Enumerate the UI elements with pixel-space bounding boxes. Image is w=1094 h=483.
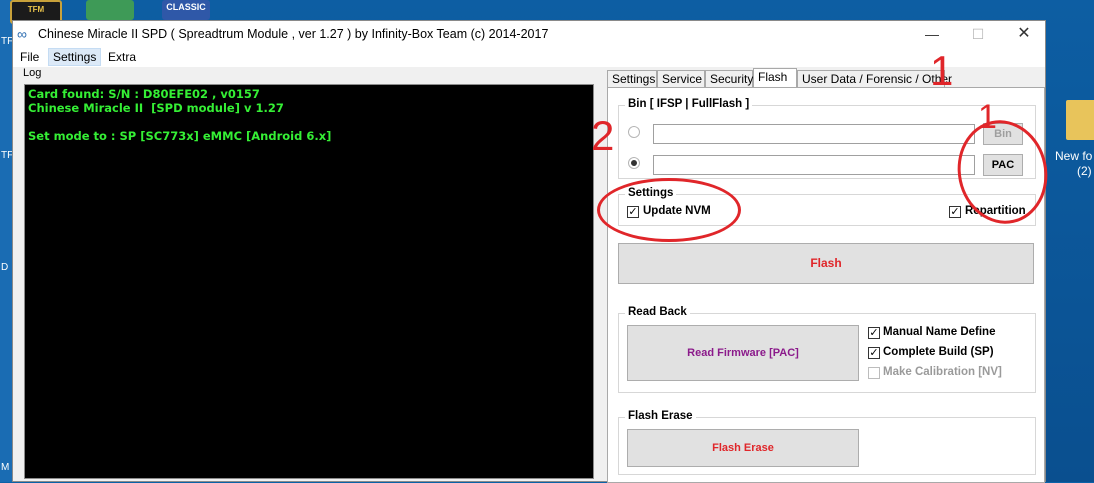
complete-build-label: Complete Build (SP)	[883, 346, 994, 358]
folder-label-line1: New fo	[1055, 149, 1093, 163]
log-output[interactable]: Card found: S/N : D80EFE02 , v0157 Chine…	[24, 84, 594, 479]
log-line: Chinese Miracle II [SPD module] v 1.27	[28, 101, 284, 115]
make-calibration-label: Make Calibration [NV]	[883, 366, 1002, 378]
desktop-app-icon[interactable]	[86, 0, 134, 20]
read-firmware-button[interactable]: Read Firmware [PAC]	[627, 325, 859, 381]
bin-radio[interactable]	[628, 126, 640, 138]
window-title: Chinese Miracle II SPD ( Spreadtrum Modu…	[38, 27, 549, 41]
folder-label-line2: (2)	[1077, 164, 1092, 178]
tab-settings[interactable]: Settings	[607, 70, 657, 87]
flash-erase-group: Flash Erase Flash Erase	[618, 410, 1036, 475]
app-window: ∞ Chinese Miracle II SPD ( Spreadtrum Mo…	[12, 20, 1046, 483]
menu-extra[interactable]: Extra	[104, 49, 140, 65]
complete-build-checkbox[interactable]: ✓	[868, 347, 880, 359]
flash-button[interactable]: Flash	[618, 243, 1034, 284]
annotation-number-one: 1	[930, 47, 954, 94]
log-line: Set mode to : SP [SC773x] eMMC [Android …	[28, 129, 332, 143]
flash-erase-button[interactable]: Flash Erase	[627, 429, 859, 467]
pac-path-input[interactable]	[653, 155, 975, 175]
repartition-checkbox[interactable]: ✓	[949, 206, 961, 218]
tab-user-data-forensic-other[interactable]: User Data / Forensic / Other	[797, 70, 952, 87]
make-calibration-checkbox[interactable]	[868, 367, 880, 379]
tab-flash[interactable]: Flash	[753, 68, 797, 88]
tab-security[interactable]: Security	[705, 70, 753, 87]
manual-name-define-label: Manual Name Define	[883, 326, 996, 338]
read-back-group: Read Back Read Firmware [PAC] ✓ Manual N…	[618, 306, 1036, 393]
minimize-button[interactable]: —	[909, 21, 955, 47]
bin-group-title: Bin [ IFSP | FullFlash ]	[625, 98, 753, 110]
menu-bar: File Settings Extra	[13, 47, 1045, 67]
flash-erase-title: Flash Erase	[625, 410, 696, 422]
maximize-button[interactable]: ☐	[955, 21, 1001, 47]
read-back-title: Read Back	[625, 306, 690, 318]
desktop-folder-label: New fo (2)	[1055, 149, 1092, 179]
menu-file[interactable]: File	[16, 49, 43, 65]
app-logo-icon: ∞	[17, 26, 27, 42]
close-button[interactable]: ✕	[1001, 21, 1047, 47]
tab-service[interactable]: Service	[657, 70, 705, 87]
desktop-strip-label: M	[1, 462, 10, 473]
pac-radio[interactable]	[628, 157, 640, 169]
desktop-classic-icon[interactable]: CLASSIC	[162, 0, 210, 20]
desktop-strip-label: D	[1, 262, 9, 273]
manual-name-define-checkbox[interactable]: ✓	[868, 327, 880, 339]
log-label: Log	[23, 67, 42, 79]
log-line: Card found: S/N : D80EFE02 , v0157	[28, 87, 260, 101]
desktop-folder-icon[interactable]	[1066, 100, 1094, 140]
annotation-circle-update-nvm	[597, 178, 741, 242]
title-bar[interactable]: ∞ Chinese Miracle II SPD ( Spreadtrum Mo…	[13, 21, 1045, 47]
bin-path-input[interactable]	[653, 124, 975, 144]
menu-settings[interactable]: Settings	[48, 48, 102, 66]
annotation-number-two: 2	[591, 112, 615, 159]
